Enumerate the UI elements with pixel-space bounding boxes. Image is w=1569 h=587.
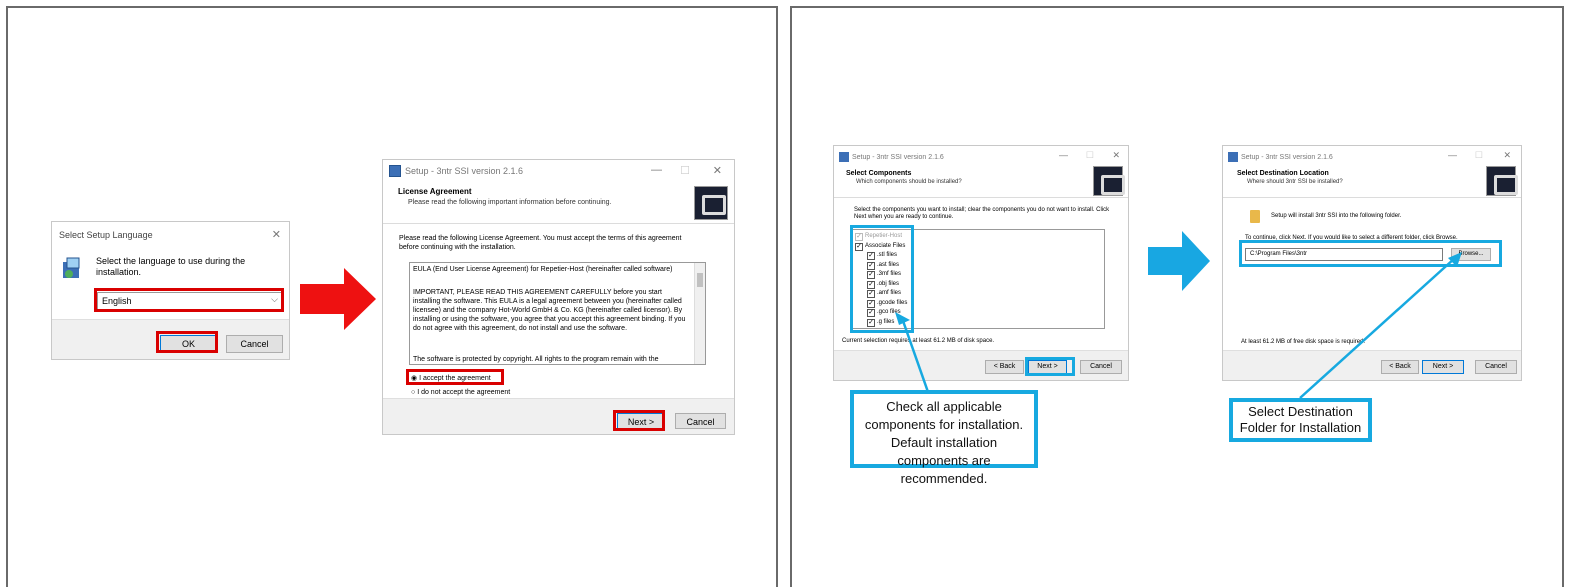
wizard-header: Select Destination Location Where should… (1223, 166, 1521, 198)
minimize-icon[interactable]: — (1059, 150, 1068, 160)
language-select-highlight (94, 288, 284, 312)
close-icon[interactable]: ✕ (272, 228, 281, 241)
minimize-icon[interactable]: — (651, 164, 662, 176)
wizard-header: License Agreement Please read the follow… (383, 182, 734, 224)
header-title: Select Destination Location (1237, 170, 1329, 177)
header-title: Select Components (846, 170, 912, 177)
setup-icon (839, 152, 849, 162)
title-bar: Setup - 3ntr SSI version 2.1.6 — ☐ ✕ (1223, 146, 1521, 168)
cancel-button[interactable]: Cancel (226, 335, 283, 353)
setup-logo-icon (1093, 166, 1125, 196)
license-text-box[interactable]: EULA (End User License Agreement) for Re… (409, 262, 706, 365)
close-icon[interactable]: ✕ (1112, 150, 1120, 161)
destination-callout: Select Destination Folder for Installati… (1229, 398, 1372, 442)
window-title: Setup - 3ntr SSI version 2.1.6 (852, 154, 944, 161)
arrow-right-icon (1148, 231, 1210, 291)
next-button-highlight (1025, 357, 1075, 376)
accept-radio-highlight (406, 369, 504, 385)
folder-icon (1250, 210, 1260, 223)
header-title: License Agreement (398, 187, 472, 196)
cancel-button[interactable]: Cancel (675, 413, 726, 429)
close-icon[interactable]: ✕ (1503, 150, 1511, 161)
setup-logo-icon (694, 186, 728, 220)
components-instructions: Select the components you want to instal… (854, 207, 1110, 220)
decline-radio[interactable]: ○ I do not accept the agreement (411, 388, 510, 397)
next-button-highlight (613, 410, 665, 431)
minimize-icon[interactable]: — (1448, 150, 1457, 160)
install-message: Setup will install 3ntr SSI into the fol… (1271, 213, 1402, 219)
ok-button-highlight (156, 331, 218, 353)
scrollbar[interactable] (694, 263, 705, 364)
license-dialog: Setup - 3ntr SSI version 2.1.6 — ☐ ✕ Lic… (382, 159, 735, 435)
window-title: Setup - 3ntr SSI version 2.1.6 (405, 166, 524, 176)
language-dialog-title: Select Setup Language (59, 230, 153, 240)
license-text-p2: IMPORTANT, PLEASE READ THIS AGREEMENT CA… (413, 289, 686, 332)
maximize-icon[interactable]: ☐ (1086, 150, 1094, 161)
header-subtitle: Which components should be installed? (856, 179, 962, 185)
wizard-header: Select Components Which components shoul… (834, 166, 1128, 198)
maximize-icon[interactable]: ☐ (680, 164, 690, 177)
license-text-p3: The software is protected by copyright. … (413, 356, 659, 363)
setup-icon (389, 165, 401, 177)
header-subtitle: Where should 3ntr SSI be installed? (1247, 179, 1343, 185)
radio-unchecked-icon: ○ (411, 389, 416, 396)
callout-pointer (1299, 252, 1462, 399)
setup-logo-icon (1486, 166, 1518, 196)
components-callout: Check all applicable components for inst… (850, 390, 1038, 486)
cancel-button[interactable]: Cancel (1475, 360, 1517, 374)
header-subtitle: Please read the following important info… (408, 199, 612, 206)
decline-radio-label: I do not accept the agreement (417, 389, 511, 396)
title-bar: Setup - 3ntr SSI version 2.1.6 — ☐ ✕ (834, 146, 1128, 168)
license-instructions: Please read the following License Agreem… (399, 235, 682, 251)
window-title: Setup - 3ntr SSI version 2.1.6 (1241, 154, 1333, 161)
license-text-p1: EULA (End User License Agreement) for Re… (413, 266, 673, 273)
close-icon[interactable]: ✕ (713, 164, 722, 177)
setup-icon (1228, 152, 1238, 162)
scrollbar-thumb[interactable] (697, 273, 703, 287)
setup-package-icon (61, 256, 83, 280)
arrow-right-icon (300, 268, 376, 330)
title-bar: Setup - 3ntr SSI version 2.1.6 — ☐ ✕ (383, 160, 734, 182)
back-button[interactable]: < Back (985, 360, 1024, 374)
maximize-icon[interactable]: ☐ (1475, 150, 1483, 161)
language-message: Select the language to use during the in… (96, 256, 246, 277)
callout-pointer (895, 312, 930, 393)
cancel-button[interactable]: Cancel (1080, 360, 1122, 374)
